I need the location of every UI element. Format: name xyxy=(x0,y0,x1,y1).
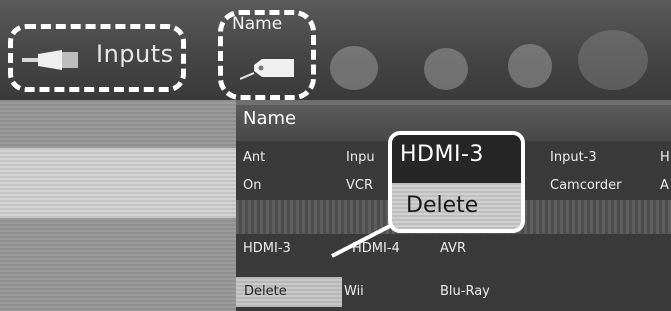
grid-cell[interactable]: Blu-Ray xyxy=(440,284,490,299)
grid-cell[interactable]: A xyxy=(660,178,669,193)
popup-header: HDMI-3 xyxy=(392,135,521,183)
grid-cell[interactable]: VCR xyxy=(346,178,373,193)
grid-cell[interactable]: Input-3 xyxy=(550,150,597,165)
grid-cell-delete[interactable]: Delete xyxy=(244,284,287,299)
grid-cell[interactable]: AVR xyxy=(440,241,466,256)
left-panel-highlight xyxy=(0,148,236,218)
rename-popup: HDMI-3 Delete xyxy=(388,131,525,233)
decor-blob xyxy=(508,44,552,88)
grid-cell[interactable]: H xyxy=(660,150,670,165)
grid-cell[interactable]: Camcorder xyxy=(550,178,622,193)
decor-blob xyxy=(578,30,648,90)
decor-blob xyxy=(330,46,378,90)
grid-cell[interactable]: On xyxy=(243,178,261,193)
decor-blob xyxy=(424,48,468,90)
grid-cell[interactable]: Ant xyxy=(243,150,265,165)
name-tag-icon[interactable] xyxy=(240,55,296,85)
input-plug-icon[interactable] xyxy=(22,50,80,70)
grid-cell[interactable]: Wii xyxy=(344,284,364,299)
name-header-label: Name xyxy=(243,108,297,129)
grid-cell[interactable]: HDMI-3 xyxy=(243,241,291,256)
grid-cell[interactable]: Inpu xyxy=(346,150,375,165)
popup-delete-label[interactable]: Delete xyxy=(406,193,478,218)
name-label-small: Name xyxy=(232,14,283,34)
popup-delete-option[interactable]: Delete xyxy=(392,183,521,229)
inputs-label[interactable]: Inputs xyxy=(96,40,174,68)
popup-title: HDMI-3 xyxy=(400,142,484,167)
